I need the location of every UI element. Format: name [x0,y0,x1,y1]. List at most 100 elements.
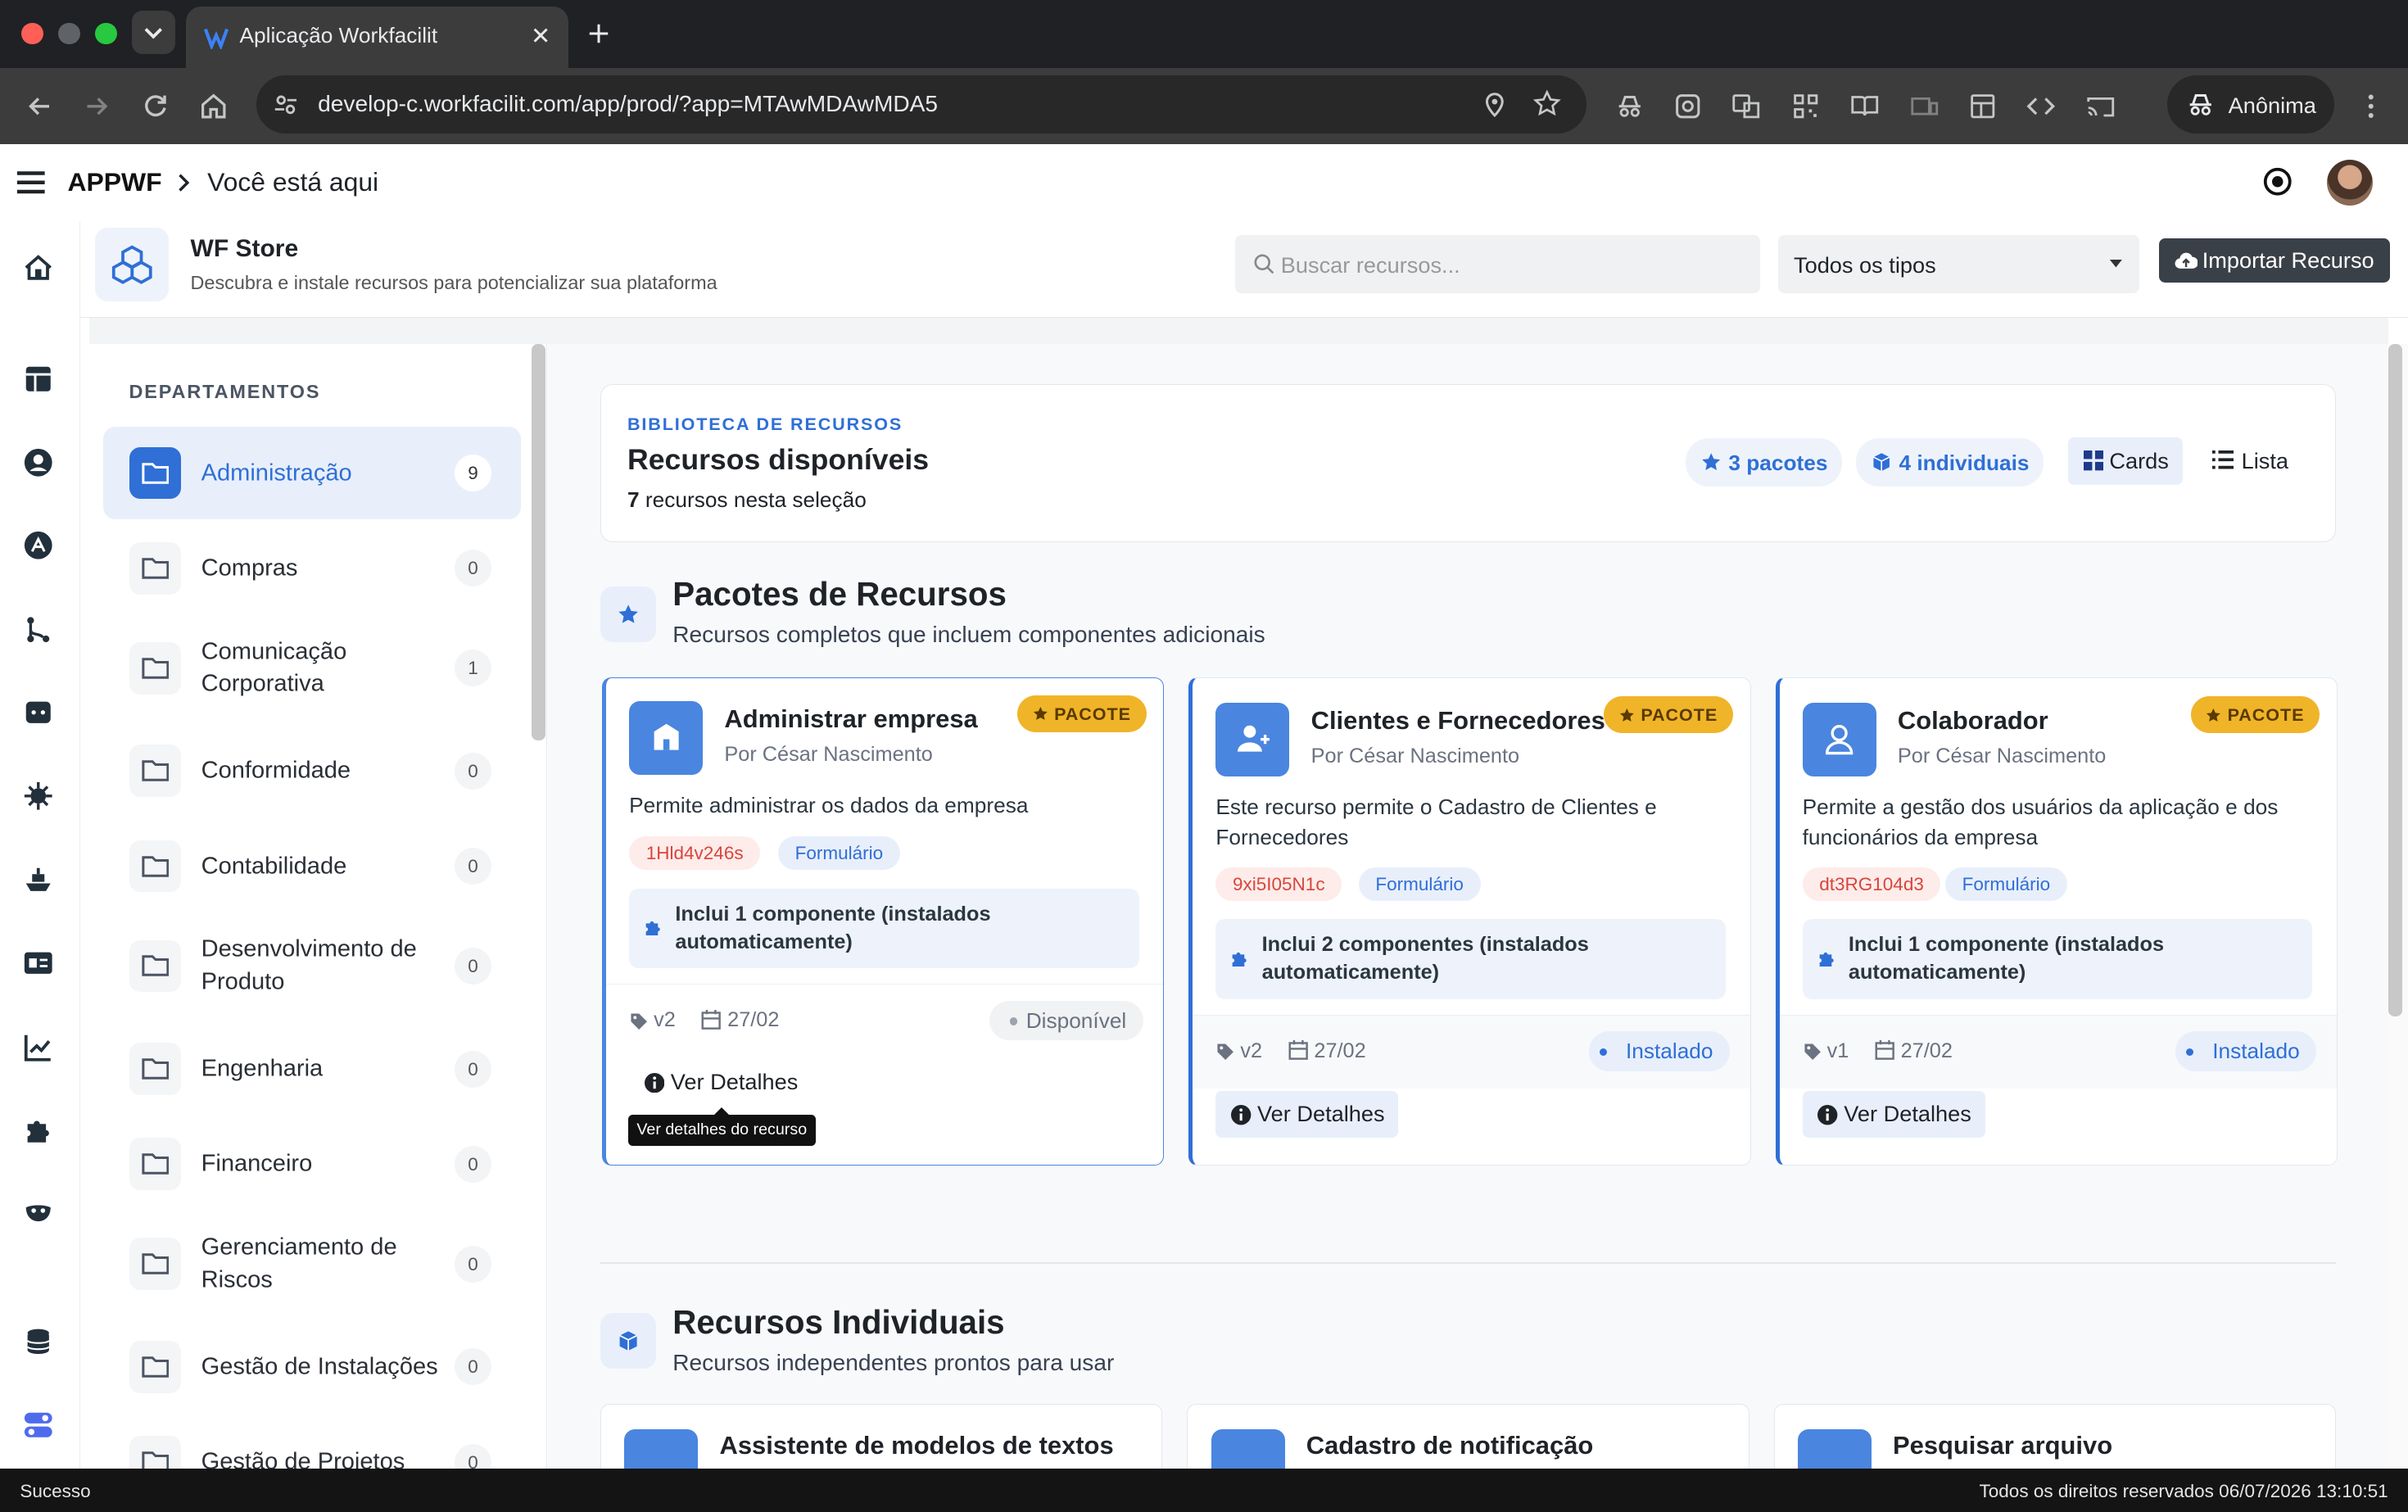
cube-icon [1872,453,1890,472]
package-card[interactable]: Administrar empresa Por César Nascimento P… [602,677,1165,1166]
department-item[interactable]: Desenvolvimento de Produto 0 [103,912,521,1020]
resource-name[interactable]: Cadastro de notificação [1306,1431,1594,1460]
mask-icon[interactable] [23,1198,54,1229]
table-layout-icon[interactable] [1967,91,1998,122]
database-icon[interactable] [23,1327,54,1358]
search-input[interactable]: Buscar recursos... [1234,234,1760,294]
back-arrow-icon[interactable] [25,91,56,122]
app-store-icon[interactable] [23,530,54,561]
package-card[interactable]: Clientes e Fornecedores Por César Nascime… [1188,677,1751,1166]
home-icon[interactable] [198,91,229,122]
package-name[interactable]: Clientes e Fornecedores [1311,706,1605,736]
id-card-icon[interactable] [23,948,54,979]
building-icon [654,724,679,750]
department-item[interactable]: Gestão de Projetos 0 [103,1416,521,1469]
avatar[interactable] [2326,160,2373,206]
forward-arrow-icon[interactable] [81,91,112,122]
view-details-button[interactable]: Ver Detalhes [1215,1091,1399,1138]
puzzle-piece-icon[interactable] [23,1115,54,1146]
translate-icon[interactable] [1731,91,1762,122]
department-item[interactable]: Conformidade 0 [103,725,521,817]
minimize-window-button[interactable] [58,23,80,45]
site-settings-icon[interactable] [272,91,300,119]
reading-mode-icon[interactable] [1849,91,1881,122]
virus-icon[interactable] [23,781,54,812]
qr-code-icon[interactable] [1790,91,1822,122]
package-includes-box: Inclui 1 componente (instalados automati… [629,888,1139,969]
department-item[interactable]: Administração 9 [102,427,521,519]
record-icon[interactable] [2262,166,2293,197]
view-details-button[interactable]: Ver Detalhes [1802,1091,1985,1138]
department-item[interactable]: Comunicação Corporativa 1 [103,614,521,722]
app-name[interactable]: APPWF [68,167,162,197]
close-window-button[interactable] [21,23,43,45]
package-author: Por César Nascimento [1310,744,1520,767]
hamburger-menu-icon[interactable] [16,167,47,198]
main-scrollbar[interactable] [2388,344,2402,1017]
package-version: v2 [1240,1039,1263,1062]
more-menu-icon[interactable] [2356,91,2387,122]
department-item[interactable]: Financeiro 0 [103,1118,521,1211]
department-count: 0 [455,1443,491,1469]
package-card[interactable]: Colaborador Por César Nascimento PACOTE Per… [1775,677,2338,1166]
maximize-window-button[interactable] [95,23,117,45]
individuals-count-chip[interactable]: 4 individuais [1856,438,2044,487]
view-list-button[interactable]: Lista [2198,437,2309,485]
lens-icon[interactable] [1672,91,1704,122]
workflow-icon[interactable] [23,614,54,645]
packages-count-chip[interactable]: 3 pacotes [1685,438,1843,487]
department-folder-badge [129,1138,182,1191]
view-details-label: Ver Detalhes [1257,1101,1385,1127]
packages-section-icon [600,586,656,642]
cloud-upload-icon [2175,252,2198,269]
dashboard-icon[interactable] [23,364,54,395]
incognito-extension-icon[interactable] [1614,91,1645,122]
department-folder-badge [129,939,182,993]
department-item[interactable]: Gestão de Instalações 0 [103,1321,521,1414]
department-label: Gerenciamento de Riscos [201,1234,397,1293]
bookmark-star-icon[interactable] [1532,89,1562,119]
devices-icon[interactable] [1909,91,1940,122]
view-cards-button[interactable]: Cards [2067,437,2184,485]
resource-card[interactable]: Assistente de modelos de textos [600,1403,1163,1469]
chart-line-icon[interactable] [23,1032,54,1063]
resource-icon-badge [624,1428,699,1469]
department-item[interactable]: Engenharia 0 [103,1023,521,1116]
import-resource-button[interactable]: Importar Recurso [2159,238,2390,283]
code-icon[interactable] [2026,91,2057,122]
resource-card[interactable]: Cadastro de notificação [1187,1403,1749,1469]
tab-search-button[interactable] [132,11,175,54]
department-item[interactable]: Gerenciamento de Riscos 0 [103,1211,521,1318]
department-folder-badge [129,840,182,893]
resource-card[interactable]: Pesquisar arquivo [1773,1403,2336,1469]
resource-name[interactable]: Pesquisar arquivo [1893,1431,2112,1460]
packages-section-title: Pacotes de Recursos [672,576,1007,613]
department-item[interactable]: Compras 0 [103,523,521,615]
package-name[interactable]: Administrar empresa [724,704,977,734]
chat-bot-icon[interactable] [23,697,54,728]
user-circle-icon[interactable] [23,447,54,478]
sidebar-scrollbar[interactable] [531,344,545,740]
type-filter-select[interactable]: Todos os tipos [1778,234,2139,294]
address-bar[interactable]: develop-c.workfacilit.com/app/prod/?app=… [256,75,1586,134]
reload-icon[interactable] [140,91,171,122]
toggle-settings-icon[interactable] [23,1410,54,1441]
close-tab-icon[interactable] [530,25,551,46]
resource-name[interactable]: Assistente de modelos de textos [720,1431,1114,1460]
ship-icon[interactable] [23,865,54,896]
location-pin-icon[interactable] [1481,91,1509,119]
workfacilit-favicon-icon [204,28,229,49]
section-divider [600,1262,2336,1265]
browser-tab[interactable]: Aplicação Workfacilit [185,6,568,68]
package-name[interactable]: Colaborador [1898,706,2048,736]
incognito-profile-button[interactable]: Anônima [2166,75,2334,134]
packages-count-label: 3 pacotes [1728,450,1828,476]
folder-icon [141,657,169,679]
package-description: Permite a gestão dos usuários da aplicaç… [1802,794,2279,850]
cast-icon[interactable] [2085,91,2116,122]
department-item[interactable]: Contabilidade 0 [103,820,521,912]
packages-section-subtitle: Recursos completos que incluem component… [672,622,1265,648]
home-icon[interactable] [23,252,54,283]
new-tab-icon[interactable] [586,21,611,46]
view-details-button[interactable]: Ver Detalhes [629,1058,812,1106]
